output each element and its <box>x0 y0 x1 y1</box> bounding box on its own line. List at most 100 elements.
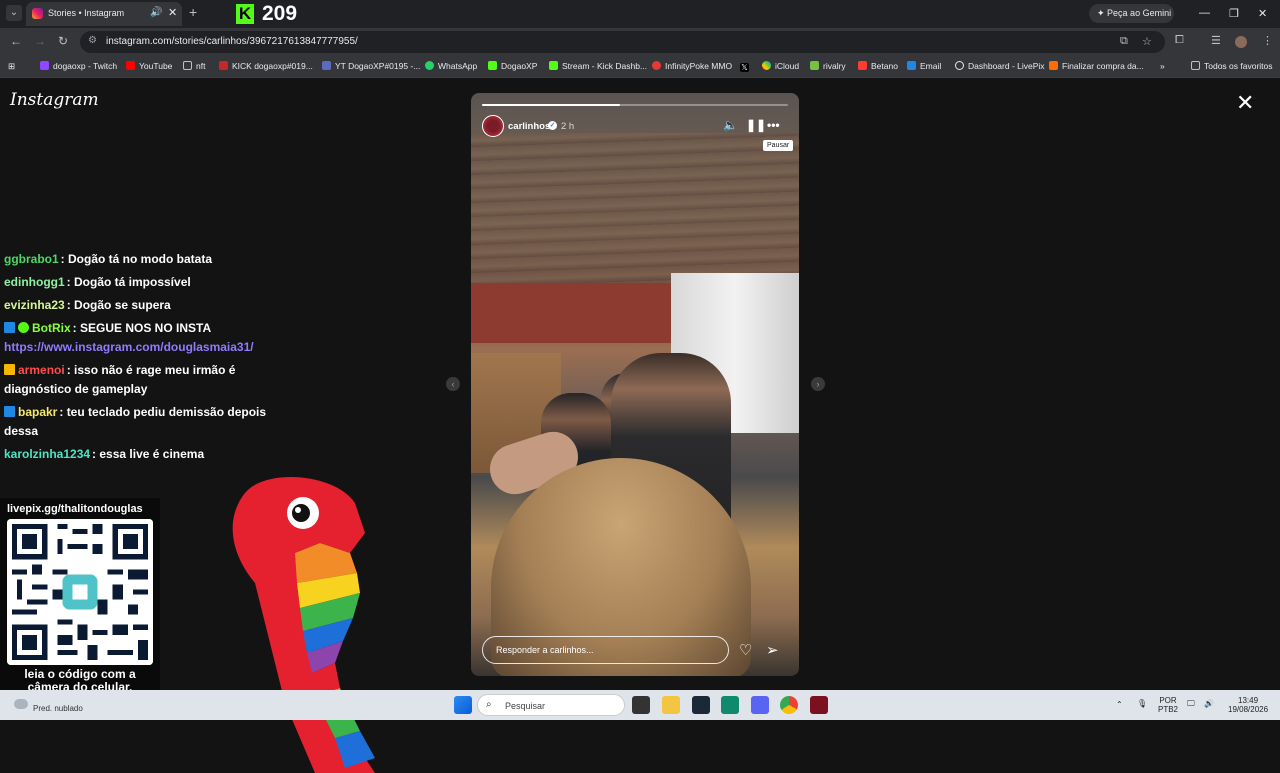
language-indicator[interactable]: POR PTB2 <box>1158 696 1178 714</box>
bookmark-livepix[interactable]: Dashboard - LivePix <box>955 61 1045 71</box>
tab-search-button[interactable]: ⌄ <box>6 5 22 21</box>
bookmark-yt-dogaoxp[interactable]: YT DogaoXP#0195 -... <box>322 61 420 71</box>
tray-chevron-icon[interactable]: ⌃ <box>1116 700 1123 709</box>
bookmark-rivalry[interactable]: rivalry <box>810 61 846 71</box>
moderator-badge-icon <box>4 406 15 417</box>
taskbar-search[interactable]: ⌕ Pesquisar <box>477 694 625 716</box>
like-heart-icon[interactable]: ♡ <box>739 641 752 659</box>
next-story-arrow-icon[interactable]: › <box>811 377 825 391</box>
window-close-icon[interactable]: ✕ <box>1258 7 1267 20</box>
discord-icon[interactable] <box>751 696 769 714</box>
navigation-bar: ← → ↻ ⚙ instagram.com/stories/carlinhos/… <box>0 28 1280 56</box>
reload-icon[interactable]: ↻ <box>58 34 68 48</box>
extensions-icon[interactable]: ⧠ <box>1175 34 1184 47</box>
bookmark-dogaoxp[interactable]: DogaoXP <box>488 61 537 71</box>
gemini-button[interactable]: ✦ Peça ao Gemini <box>1089 4 1174 23</box>
story-progress-bar <box>482 104 788 106</box>
livepix-qr-overlay: livepix.gg/thalitondouglas leia o código… <box>0 498 160 703</box>
qr-url-text: livepix.gg/thalitondouglas <box>7 503 143 515</box>
email-icon <box>907 61 916 70</box>
reading-list-icon[interactable]: ☰ <box>1211 34 1221 47</box>
file-explorer-icon[interactable] <box>662 696 680 714</box>
bookmark-checkout[interactable]: Finalizar compra da... <box>1049 61 1144 71</box>
new-tab-button[interactable]: + <box>189 4 197 20</box>
chat-message: evizinha23: Dogão se supera <box>4 296 274 315</box>
story-viewer[interactable]: carlinhos ✓ 2 h 🔈 ❚❚ ••• Pausar Responde… <box>471 93 799 676</box>
app-icon[interactable] <box>810 696 828 714</box>
story-avatar[interactable] <box>482 115 504 137</box>
close-tab-icon[interactable]: ✕ <box>168 6 177 19</box>
youtube-icon <box>126 61 135 70</box>
app-icon[interactable] <box>721 696 739 714</box>
chrome-icon[interactable] <box>780 696 798 714</box>
address-bar[interactable]: ⚙ instagram.com/stories/carlinhos/396721… <box>80 31 1165 53</box>
maximize-icon[interactable]: ❐ <box>1229 7 1239 20</box>
verified-badge-icon: ✓ <box>548 121 557 130</box>
site-info-icon[interactable]: ⚙ <box>88 35 97 46</box>
chat-message: edinhogg1: Dogão tá impossível <box>4 273 274 292</box>
close-stories-icon[interactable]: ✕ <box>1236 92 1254 114</box>
story-username[interactable]: carlinhos <box>508 121 550 132</box>
bookmark-kick-dashboard[interactable]: Stream - Kick Dashb... <box>549 61 647 71</box>
instagram-logo[interactable]: Instagram <box>10 90 99 110</box>
clock[interactable]: 13:49 19/08/2026 <box>1228 696 1268 714</box>
bookmark-star-icon[interactable]: ☆ <box>1142 35 1152 48</box>
volume-tray-icon[interactable]: 🔊 <box>1204 699 1214 708</box>
tray-mic-icon[interactable]: 🎙 <box>1137 699 1147 708</box>
weather-cloud-icon[interactable] <box>14 699 28 709</box>
minimize-icon[interactable]: — <box>1199 7 1210 19</box>
more-options-icon[interactable]: ••• <box>767 118 780 132</box>
chat-username: karolzinha1234 <box>4 447 91 461</box>
all-favorites[interactable]: Todos os favoritos <box>1191 61 1273 71</box>
video-ceiling <box>471 133 799 283</box>
bookmark-x[interactable]: 𝕏 <box>740 61 753 72</box>
weather-text[interactable]: Pred. nublado <box>33 704 83 713</box>
bookmark-icloud[interactable]: iCloud <box>762 61 799 71</box>
previous-story-arrow-icon[interactable]: ‹ <box>446 377 460 391</box>
chat-text: : Dogão tá no modo batata <box>60 252 213 266</box>
chat-username: ggbrabo1 <box>4 252 59 266</box>
story-video <box>471 93 799 676</box>
globe-icon <box>955 61 964 70</box>
qr-code-icon <box>7 519 153 665</box>
bookmark-kick[interactable]: KICK dogaoxp#019... <box>219 61 313 71</box>
windows-start-icon[interactable] <box>454 696 472 714</box>
search-placeholder: Pesquisar <box>505 701 546 711</box>
profile-avatar[interactable] <box>1235 36 1247 48</box>
bookmark-infinitypoke[interactable]: InfinityPoke MMO <box>652 61 732 71</box>
bookmark-youtube[interactable]: YouTube <box>126 61 172 71</box>
send-icon[interactable]: ➢ <box>766 641 779 659</box>
x-icon: 𝕏 <box>740 63 749 72</box>
story-progress-fill <box>482 104 620 106</box>
reply-placeholder: Responder a carlinhos... <box>496 645 594 655</box>
tab-strip: ⌄ Stories • Instagram 🔊 ✕ + K 209 ✦ Peça… <box>0 0 1280 28</box>
sub-badge-icon <box>4 364 15 375</box>
pause-icon[interactable]: ❚❚ <box>746 118 766 132</box>
bookmark-whatsapp[interactable]: WhatsApp <box>425 61 477 71</box>
bookmark-label: InfinityPoke MMO <box>665 61 733 71</box>
bookmarks-bar: ⊞ dogaoxp - Twitch YouTube nft KICK doga… <box>0 56 1280 78</box>
browser-menu-icon[interactable]: ⋮ <box>1262 34 1273 47</box>
reply-input[interactable]: Responder a carlinhos... <box>482 636 729 664</box>
speaker-icon[interactable]: 🔊 <box>150 7 162 18</box>
bookmark-twitch[interactable]: dogaoxp - Twitch <box>40 61 117 71</box>
forward-arrow-icon[interactable]: → <box>34 34 46 48</box>
bookmark-email[interactable]: Email <box>907 61 941 71</box>
install-app-icon[interactable]: ⧉ <box>1120 35 1128 48</box>
pokeball-icon <box>652 61 661 70</box>
url-text[interactable]: instagram.com/stories/carlinhos/39672176… <box>106 36 358 47</box>
tab-instagram-stories[interactable]: Stories • Instagram 🔊 ✕ <box>26 2 182 26</box>
apps-grid-icon[interactable]: ⊞ <box>8 61 15 72</box>
more-bookmarks-icon[interactable]: » <box>1160 61 1165 71</box>
bookmark-betano[interactable]: Betano <box>858 61 898 71</box>
steam-icon[interactable] <box>692 696 710 714</box>
bookmark-nft[interactable]: nft <box>183 61 205 71</box>
chat-text: : Dogão tá impossível <box>66 275 191 289</box>
keyboard-layout-label: PTB2 <box>1158 705 1179 714</box>
task-view-icon[interactable] <box>632 696 650 714</box>
network-icon[interactable]: 🖵 <box>1187 699 1195 708</box>
volume-icon[interactable]: 🔈 <box>723 118 738 132</box>
back-arrow-icon[interactable]: ← <box>10 34 22 48</box>
bookmark-label: Stream - Kick Dashb... <box>562 61 648 71</box>
chat-text: : essa live é cinema <box>92 447 205 461</box>
